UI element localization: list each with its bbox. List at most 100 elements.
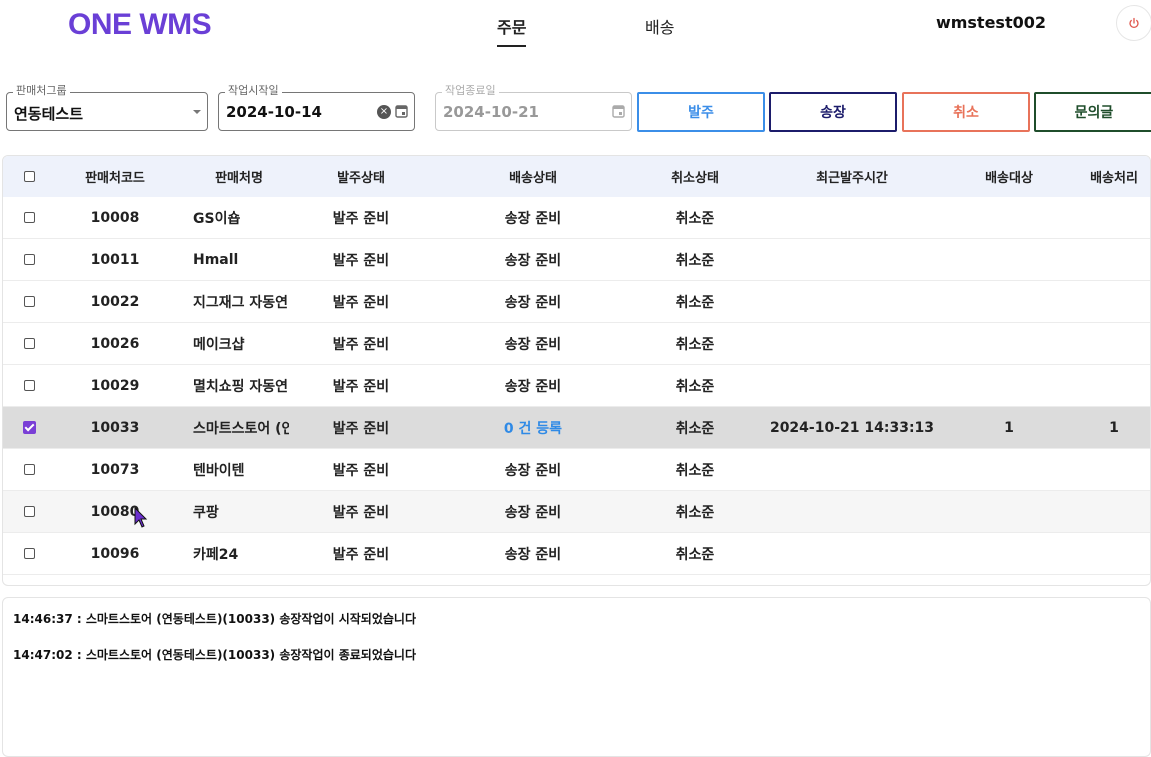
tab-shipping-label: 배송 <box>645 18 675 37</box>
header-cancel-status: 취소상태 <box>671 171 719 186</box>
cell-shipping-status: 송장 준비 <box>504 462 562 479</box>
cell-order-status: 발주 준비 <box>332 252 390 269</box>
cell-cancel-status: 취소준 <box>675 546 715 563</box>
cell-last-order-time: 2024-10-21 14:33:13 <box>769 419 935 436</box>
calendar-icon[interactable] <box>612 104 625 118</box>
cell-ship-target <box>969 449 1049 490</box>
cell-shipping-status: 송장 준비 <box>504 504 562 521</box>
table-row[interactable]: 10096 카페24 발주 준비 송장 준비 취소준 <box>3 533 1150 575</box>
end-date-value: 2024-10-21 <box>443 103 539 121</box>
seller-table: 판매처코드 판매처명 발주상태 배송상태 취소상태 최근발주시간 배송대상 배송… <box>2 155 1151 586</box>
cell-ship-target: 1 <box>1004 419 1014 436</box>
table-header: 판매처코드 판매처명 발주상태 배송상태 취소상태 최근발주시간 배송대상 배송… <box>3 156 1150 198</box>
header-ship-target: 배송대상 <box>985 171 1033 186</box>
cell-shipping-status: 송장 준비 <box>504 294 562 311</box>
cell-order-status: 발주 준비 <box>332 336 390 353</box>
cell-shipping-status: 송장 준비 <box>504 252 562 269</box>
inquiry-button[interactable]: 문의글 <box>1034 92 1151 132</box>
power-icon <box>1129 17 1139 29</box>
tab-order-label: 주문 <box>497 18 527 37</box>
table-row[interactable]: 10022 지그재그 자동연 발주 준비 송장 준비 취소준 <box>3 281 1150 323</box>
cell-last-order-time <box>769 449 935 490</box>
tab-shipping[interactable]: 배송 <box>645 14 674 38</box>
cell-ship-done <box>1074 281 1150 322</box>
cell-last-order-time <box>769 491 935 532</box>
cell-last-order-time <box>769 323 935 364</box>
chevron-down-icon <box>193 110 201 114</box>
cell-cancel-status: 취소준 <box>675 252 715 269</box>
cell-ship-done <box>1074 491 1150 532</box>
cell-ship-done <box>1074 533 1150 574</box>
table-row[interactable]: 10026 메이크샵 발주 준비 송장 준비 취소준 <box>3 323 1150 365</box>
cell-ship-target <box>969 239 1049 280</box>
cell-cancel-status: 취소준 <box>675 420 715 437</box>
cell-shipping-status: 0 건 등록 <box>503 420 563 437</box>
cell-seller-name: 쿠팡 <box>193 504 219 521</box>
cell-ship-done: 1 <box>1109 419 1119 436</box>
cell-last-order-time <box>769 365 935 406</box>
table-row[interactable]: 10080 쿠팡 발주 준비 송장 준비 취소준 <box>3 491 1150 533</box>
cell-order-status: 발주 준비 <box>332 420 390 437</box>
row-checkbox[interactable] <box>19 239 39 280</box>
row-checkbox[interactable] <box>19 491 39 532</box>
cell-ship-done <box>1074 449 1150 490</box>
row-checkbox[interactable] <box>19 323 39 364</box>
row-checkbox[interactable] <box>19 281 39 322</box>
cell-seller-code: 10026 <box>90 335 140 352</box>
cell-seller-code: 10080 <box>90 503 140 520</box>
cancel-button[interactable]: 취소 <box>902 92 1030 132</box>
row-checkbox[interactable] <box>19 407 39 448</box>
cell-order-status: 발주 준비 <box>332 378 390 395</box>
row-checkbox[interactable] <box>19 533 39 574</box>
row-checkbox[interactable] <box>19 449 39 490</box>
invoice-button[interactable]: 송장 <box>769 92 897 132</box>
start-date-label: 작업시작일 <box>225 84 282 98</box>
log-panel: 14:46:37 : 스마트스토어 (연동테스트)(10033) 송장작업이 시… <box>2 597 1151 757</box>
header-seller-code: 판매처코드 <box>85 171 145 186</box>
table-row[interactable]: 10073 텐바이텐 발주 준비 송장 준비 취소준 <box>3 449 1150 491</box>
table-row[interactable]: 10008 GS이숍 발주 준비 송장 준비 취소준 <box>3 197 1150 239</box>
cell-order-status: 발주 준비 <box>332 210 390 227</box>
cell-ship-target <box>969 197 1049 238</box>
log-line: 14:46:37 : 스마트스토어 (연동테스트)(10033) 송장작업이 시… <box>13 612 416 626</box>
cell-cancel-status: 취소준 <box>675 210 715 227</box>
cell-seller-code: 10096 <box>90 545 140 562</box>
calendar-icon[interactable] <box>395 104 408 118</box>
seller-group-value: 연동테스트 <box>14 105 84 123</box>
order-button[interactable]: 발주 <box>637 92 765 132</box>
cell-ship-target <box>969 323 1049 364</box>
tab-order[interactable]: 주문 <box>497 14 527 47</box>
header-order-status: 발주상태 <box>337 171 385 186</box>
cell-last-order-time <box>769 197 935 238</box>
clear-icon[interactable]: × <box>377 105 391 119</box>
logout-button[interactable] <box>1116 5 1151 41</box>
cell-order-status: 발주 준비 <box>332 504 390 521</box>
cell-ship-done <box>1074 365 1150 406</box>
cell-seller-code: 10029 <box>90 377 140 394</box>
cell-ship-target <box>969 281 1049 322</box>
cell-cancel-status: 취소준 <box>675 294 715 311</box>
seller-group-label: 판매처그룹 <box>13 84 70 98</box>
cell-seller-name: 텐바이텐 <box>193 462 245 479</box>
cell-seller-code: 10073 <box>90 461 140 478</box>
table-row[interactable]: 10033 스마트스토어 (연 발주 준비 0 건 등록 취소준 2024-10-21 1… <box>3 407 1150 449</box>
header-ship-done: 배송처리 <box>1090 171 1138 186</box>
end-date-label: 작업종료일 <box>442 84 499 98</box>
start-date-input[interactable]: 작업시작일 2024-10-14 × <box>218 84 415 131</box>
end-date-input[interactable]: 작업종료일 2024-10-21 <box>435 84 632 131</box>
cell-cancel-status: 취소준 <box>675 336 715 353</box>
cell-last-order-time <box>769 533 935 574</box>
row-checkbox[interactable] <box>19 365 39 406</box>
cell-shipping-status: 송장 준비 <box>504 546 562 563</box>
mouse-cursor-icon <box>134 507 148 528</box>
table-row[interactable]: 10011 Hmall 발주 준비 송장 준비 취소준 <box>3 239 1150 281</box>
cell-last-order-time <box>769 281 935 322</box>
cell-seller-name: Hmall <box>193 251 239 268</box>
cell-seller-code: 10022 <box>90 293 140 310</box>
cell-ship-target <box>969 533 1049 574</box>
seller-group-select[interactable]: 판매처그룹 연동테스트 <box>6 84 208 131</box>
row-checkbox[interactable] <box>19 197 39 238</box>
table-row[interactable]: 10029 멸치쇼핑 자동연 발주 준비 송장 준비 취소준 <box>3 365 1150 407</box>
select-all-checkbox[interactable] <box>19 156 39 197</box>
cell-seller-code: 10008 <box>90 209 140 226</box>
